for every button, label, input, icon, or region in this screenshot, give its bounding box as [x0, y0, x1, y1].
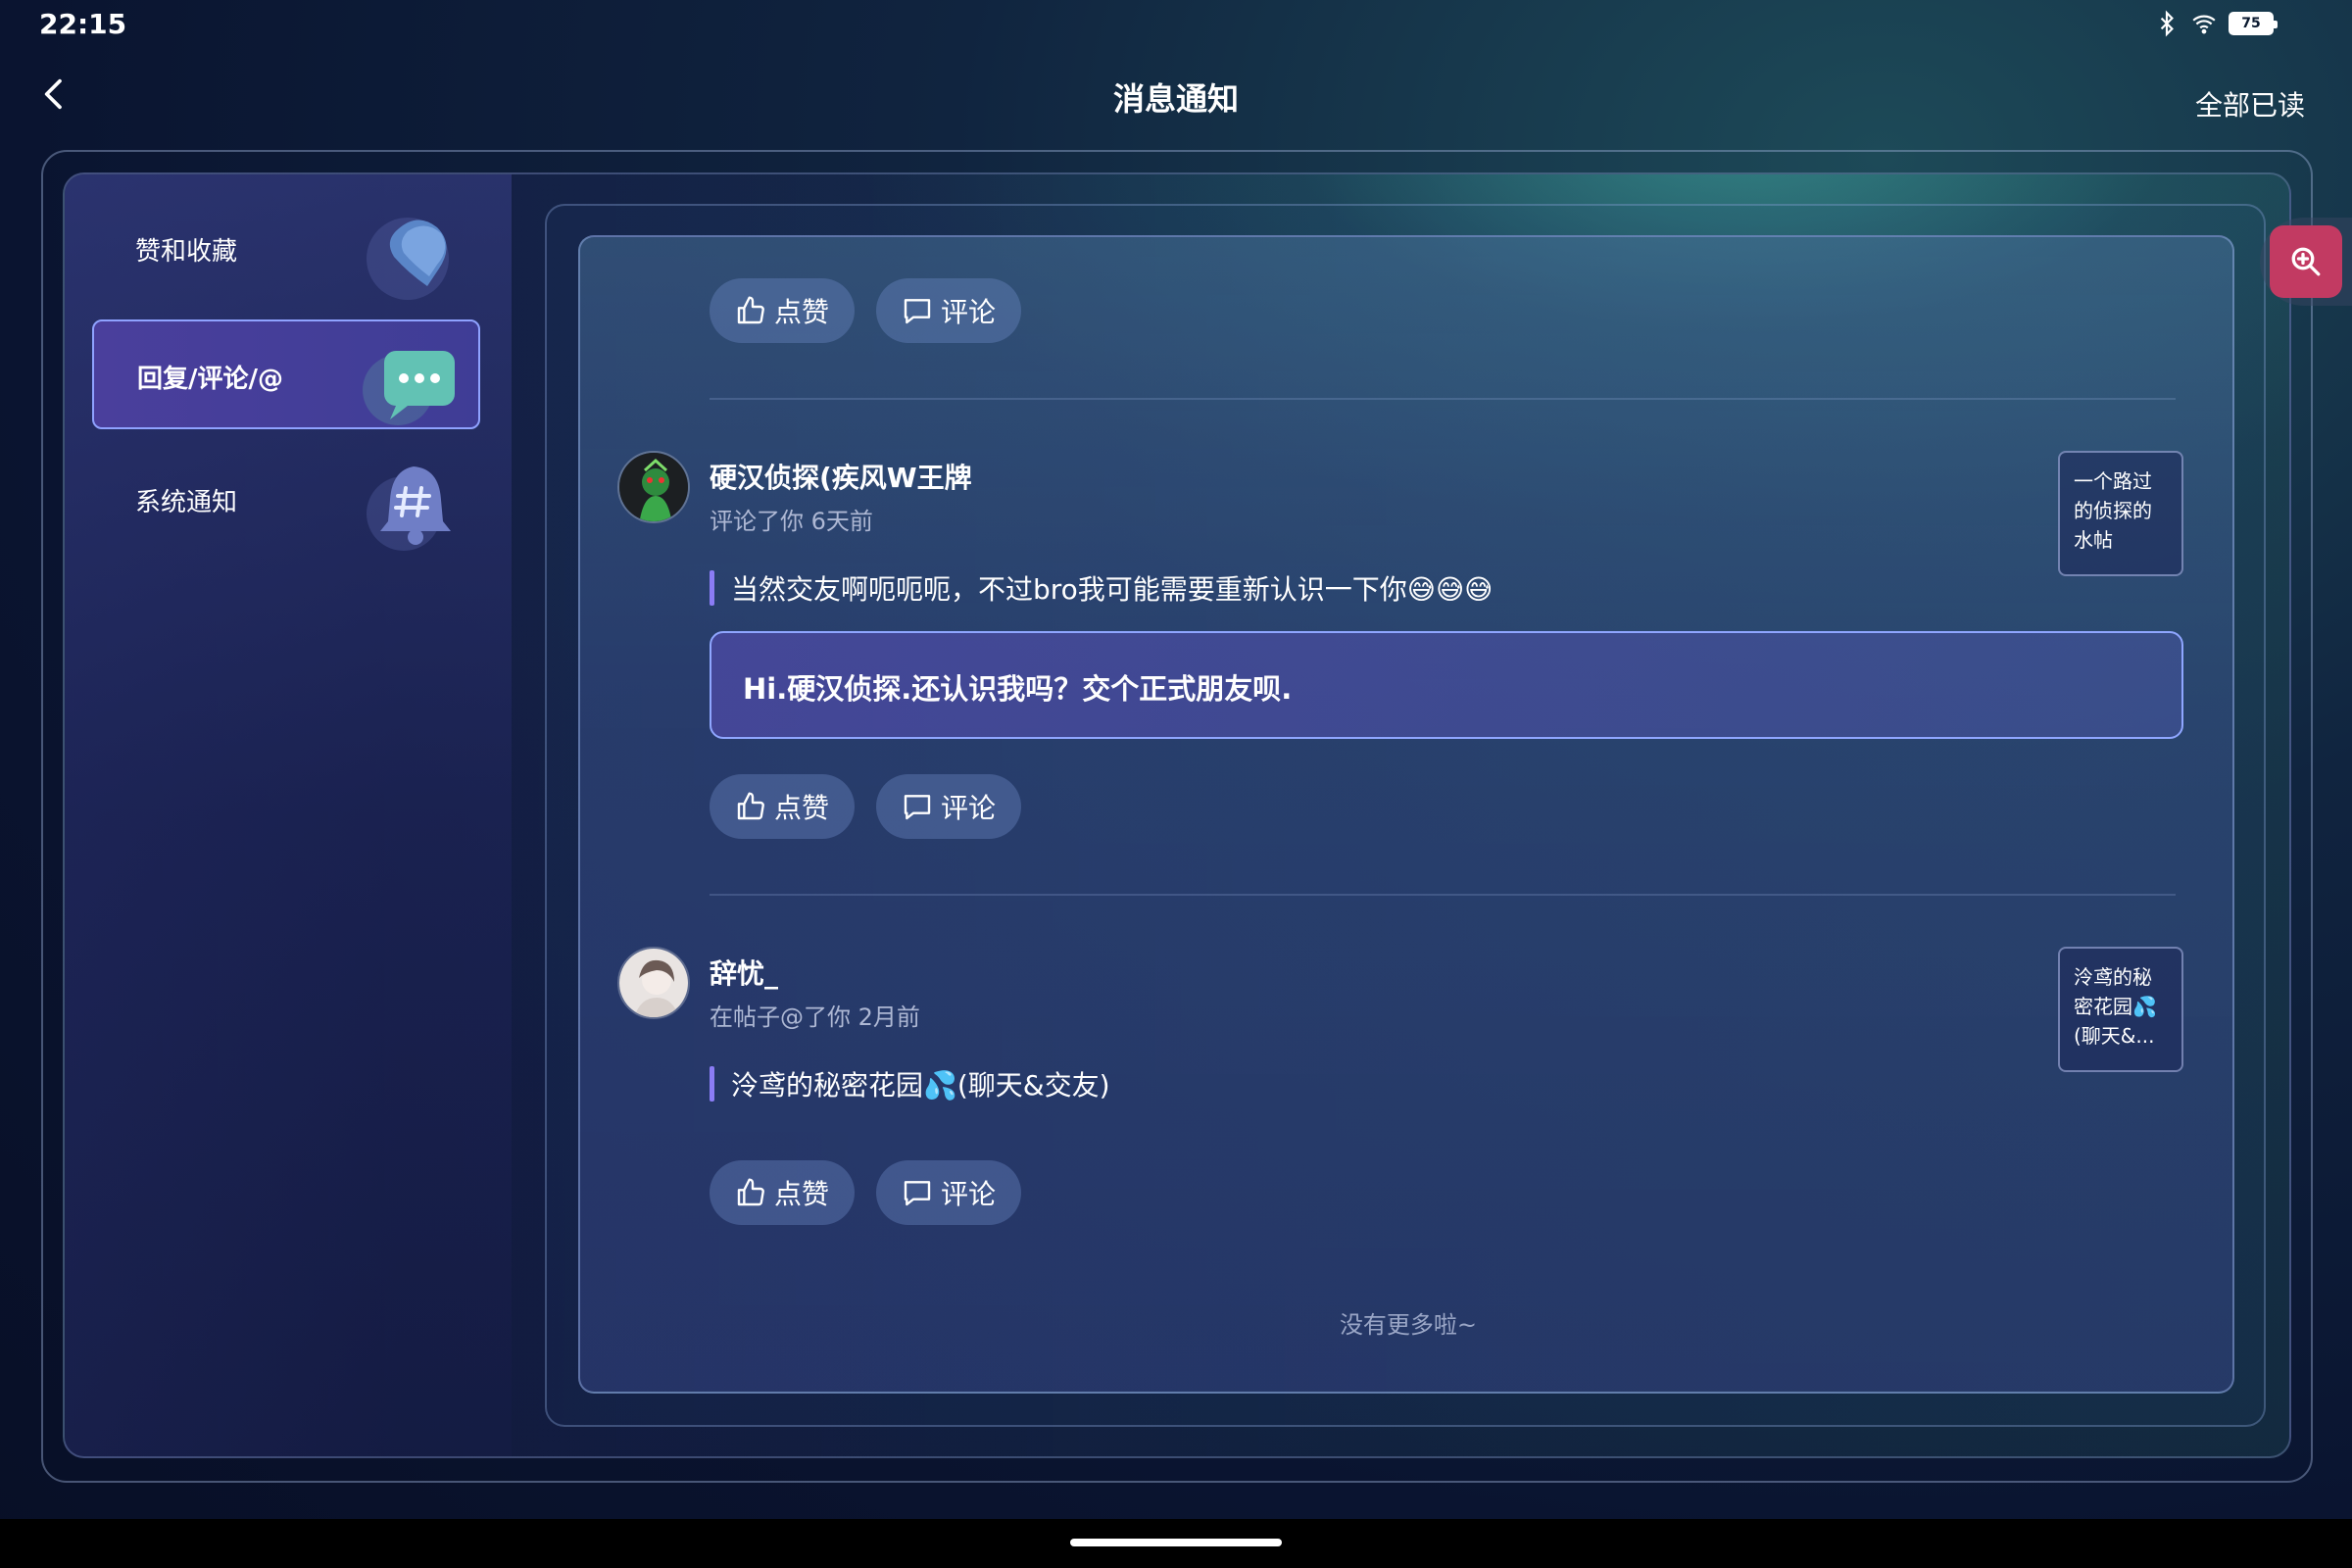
end-of-list-text: 没有更多啦~ [1339, 1311, 1478, 1339]
sidebar-item-replies[interactable]: 回复/评论/@ [92, 319, 480, 429]
comment-label: 评论 [941, 792, 997, 824]
action-row: 点赞 评论 [710, 774, 1022, 839]
like-button[interactable]: 点赞 [710, 278, 856, 343]
status-bar: 22:15 75 [0, 0, 2352, 49]
content-frame: 点赞 评论 硬汉侦探(疾风W王牌 评论了你 6天前 一个路过的侦探的水帖 当然交… [545, 204, 2266, 1427]
post-thumbnail[interactable]: 一个路过的侦探的水帖 [2058, 451, 2183, 576]
sidebar: 赞和收藏 回复/评论/@ 系统通知 [65, 174, 512, 1456]
thumbs-up-icon [737, 1178, 764, 1206]
like-label: 点赞 [774, 1178, 830, 1210]
notification-list: 点赞 评论 硬汉侦探(疾风W王牌 评论了你 6天前 一个路过的侦探的水帖 当然交… [578, 235, 2234, 1394]
like-button[interactable]: 点赞 [710, 774, 856, 839]
home-indicator[interactable] [1070, 1539, 1282, 1546]
sidebar-item-label: 赞和收藏 [135, 237, 238, 267]
like-label: 点赞 [774, 296, 830, 328]
comment-label: 评论 [941, 296, 997, 328]
search-button-face [2270, 225, 2342, 298]
divider [710, 894, 2176, 896]
sidebar-item-likes[interactable]: 赞和收藏 [92, 194, 480, 304]
user-name[interactable]: 辞忧_ [710, 953, 778, 992]
wifi-icon [2192, 15, 2216, 34]
comment-label: 评论 [941, 1178, 997, 1210]
avatar-image [619, 453, 688, 521]
sidebar-item-system[interactable]: 系统通知 [92, 445, 480, 555]
battery-icon: 75 [2229, 12, 2278, 35]
user-name[interactable]: 硬汉侦探(疾风W王牌 [710, 457, 972, 496]
status-icons: 75 [2154, 10, 2278, 37]
status-time: 22:15 [39, 8, 127, 40]
thumbs-up-icon [737, 792, 764, 820]
bell-hash-icon [367, 466, 451, 551]
header: 消息通知 全部已读 [0, 59, 2352, 137]
comment-button[interactable]: 评论 [876, 1160, 1022, 1225]
like-button[interactable]: 点赞 [710, 1160, 856, 1225]
thumbs-up-icon [737, 296, 764, 324]
comment-icon [904, 299, 931, 324]
page-title: 消息通知 [1112, 80, 1239, 118]
main-panel: 赞和收藏 回复/评论/@ 系统通知 点赞 评论 硬汉侦探(疾风W王牌 评论了你 … [63, 172, 2291, 1458]
avatar[interactable] [617, 451, 690, 523]
sidebar-item-label: 回复/评论/@ [137, 365, 283, 394]
action-row: 点赞 评论 [710, 278, 1022, 343]
sidebar-item-label: 系统通知 [135, 488, 238, 517]
quoted-comment: 当然交友啊呃呃呃，不过bro我可能需要重新认识一下你😅😅😅 [710, 568, 1493, 608]
action-row: 点赞 评论 [710, 1160, 1022, 1225]
comment-icon [904, 1181, 931, 1206]
mark-all-read-button[interactable]: 全部已读 [2195, 84, 2305, 123]
comment-icon [904, 795, 931, 820]
comment-button[interactable]: 评论 [876, 278, 1022, 343]
heart-bubble-icon [367, 218, 449, 300]
avatar[interactable] [617, 947, 690, 1019]
like-label: 点赞 [774, 792, 830, 824]
quoted-post[interactable]: 泠鸢的秘密花园💦(聊天&交友) [710, 1064, 1110, 1103]
floating-search-button[interactable] [2260, 218, 2352, 306]
bluetooth-icon [2160, 10, 2174, 37]
chat-bubble-icon [363, 351, 455, 425]
avatar-image [619, 949, 688, 1017]
divider [710, 398, 2176, 400]
notification-meta: 在帖子@了你 2月前 [710, 1004, 920, 1031]
comment-button[interactable]: 评论 [876, 774, 1022, 839]
zoom-search-icon [2291, 247, 2321, 276]
post-thumbnail[interactable]: 泠鸢的秘密花园💦(聊天&... [2058, 947, 2183, 1072]
battery-level: 75 [2241, 16, 2261, 31]
original-reply[interactable]: Hi.硬汉侦探.还认识我吗？交个正式朋友呗. [710, 631, 2183, 739]
notification-meta: 评论了你 6天前 [710, 508, 873, 535]
